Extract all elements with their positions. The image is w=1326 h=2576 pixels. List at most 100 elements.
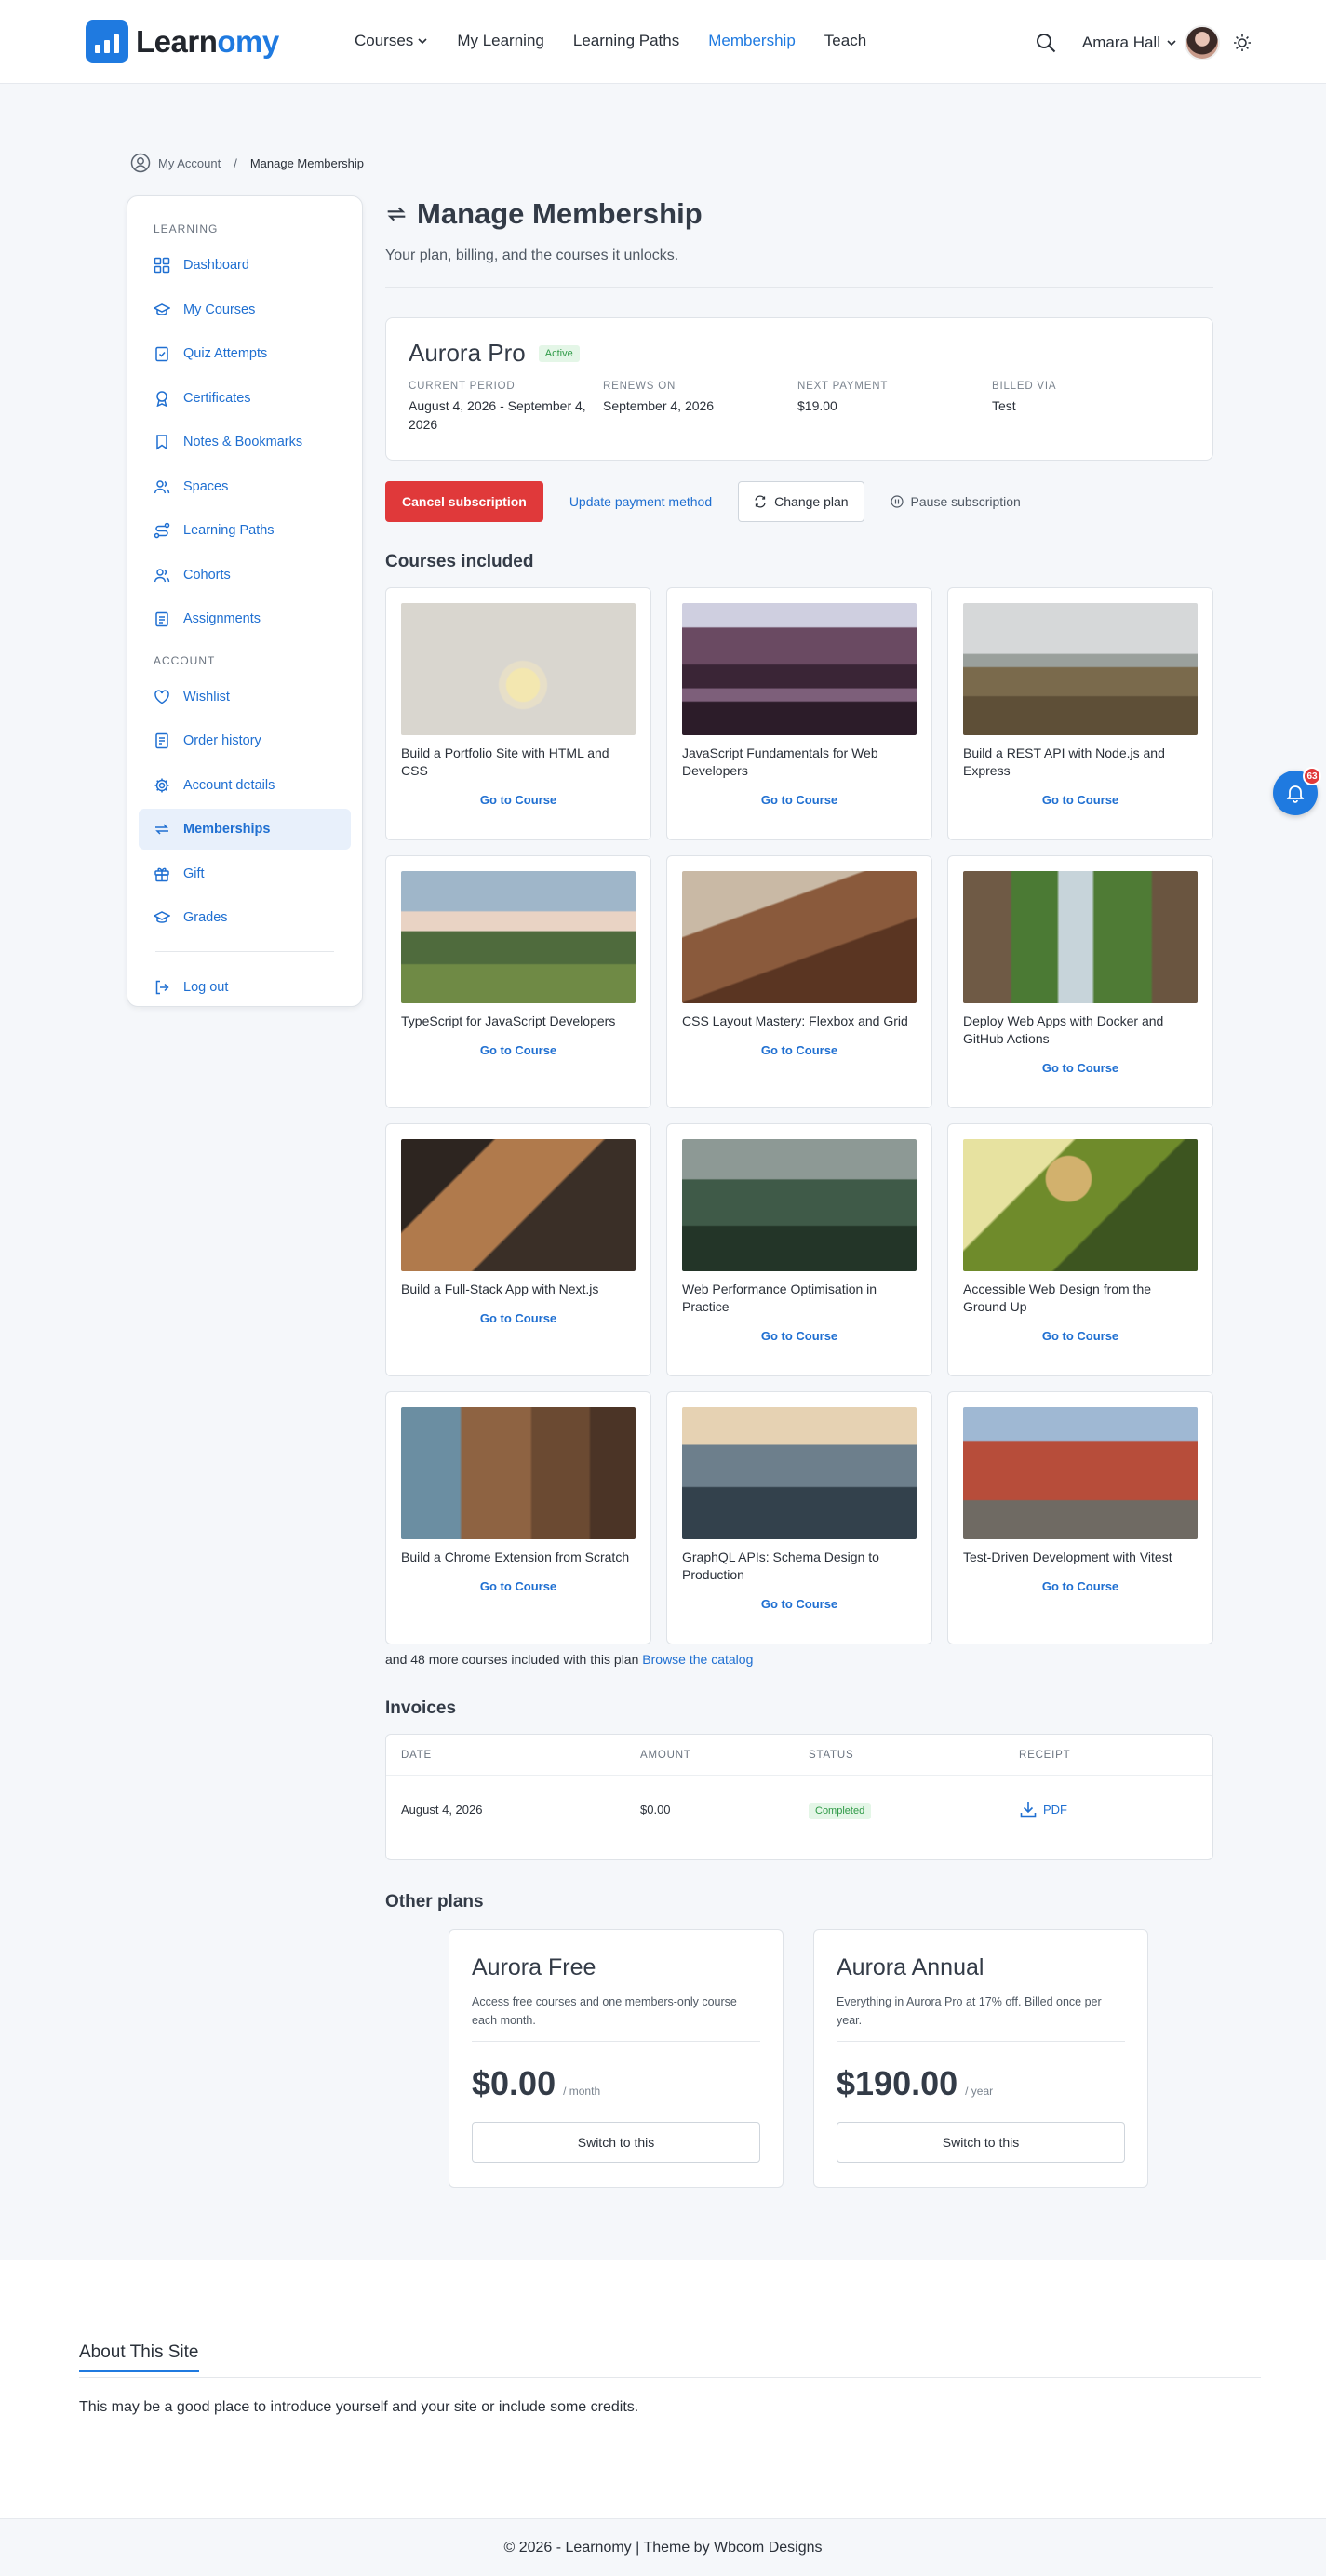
pause-circle-icon [890, 495, 904, 508]
nav-learning-paths[interactable]: Learning Paths [573, 32, 679, 50]
search-icon[interactable] [1036, 33, 1056, 53]
go-to-course-link[interactable]: Go to Course [682, 793, 917, 807]
go-to-course-link[interactable]: Go to Course [963, 1329, 1198, 1343]
courses-section-title: Courses included [385, 552, 534, 571]
switch-plan-button[interactable]: Switch to this [837, 2122, 1125, 2163]
course-title[interactable]: CSS Layout Mastery: Flexbox and Grid [682, 1013, 917, 1030]
course-thumbnail[interactable] [401, 1407, 636, 1539]
course-thumbnail[interactable] [682, 1139, 917, 1271]
site-header: Learnomy Courses My Learning Learning Pa… [0, 0, 1326, 84]
status-badge: Active [538, 344, 580, 362]
sidebar-item-notes-bookmarks[interactable]: Notes & Bookmarks [139, 422, 351, 463]
sidebar-section-account: Account [154, 653, 216, 667]
sidebar-item-quiz-attempts[interactable]: Quiz Attempts [139, 333, 351, 374]
about-section: About This Site This may be a good place… [0, 2260, 1326, 2518]
nav-membership[interactable]: Membership [708, 32, 796, 50]
go-to-course-link[interactable]: Go to Course [682, 1043, 917, 1057]
course-title[interactable]: JavaScript Fundamentals for Web Develope… [682, 745, 917, 780]
course-thumbnail[interactable] [401, 603, 636, 735]
download-icon [1020, 1802, 1037, 1818]
sidebar-item-assignments[interactable]: Assignments [139, 598, 351, 639]
meta-renews-on: Renews on September 4, 2026 [603, 381, 715, 413]
site-logo[interactable]: Learnomy [86, 20, 279, 63]
pause-subscription-button[interactable]: Pause subscription [877, 494, 1034, 509]
course-card: JavaScript Fundamentals for Web Develope… [666, 587, 932, 840]
update-payment-link[interactable]: Update payment method [556, 494, 725, 509]
course-title[interactable]: Build a Full-Stack App with Next.js [401, 1281, 636, 1298]
about-title: About This Site [79, 2342, 199, 2372]
heart-icon [154, 689, 169, 704]
sidebar-item-logout[interactable]: Log out [139, 967, 351, 1008]
course-card: Deploy Web Apps with Docker and GitHub A… [947, 855, 1213, 1108]
course-thumbnail[interactable] [682, 871, 917, 1003]
go-to-course-link[interactable]: Go to Course [682, 1329, 917, 1343]
course-title[interactable]: Accessible Web Design from the Ground Up [963, 1281, 1198, 1316]
course-title[interactable]: Deploy Web Apps with Docker and GitHub A… [963, 1013, 1198, 1048]
sidebar-item-certificates[interactable]: Certificates [139, 378, 351, 419]
main-nav: Courses My Learning Learning Paths Membe… [355, 32, 866, 50]
courses-grid: Build a Portfolio Site with HTML and CSS… [385, 587, 1213, 1644]
cancel-subscription-button[interactable]: Cancel subscription [385, 481, 543, 522]
course-thumbnail[interactable] [401, 871, 636, 1003]
go-to-course-link[interactable]: Go to Course [963, 1061, 1198, 1075]
go-to-course-link[interactable]: Go to Course [401, 1579, 636, 1593]
avatar[interactable] [1185, 25, 1220, 60]
sidebar-item-spaces[interactable]: Spaces [139, 466, 351, 507]
page-subtitle: Your plan, billing, and the courses it u… [385, 248, 679, 263]
sun-icon[interactable] [1233, 34, 1252, 52]
breadcrumb-my-account[interactable]: My Account [158, 156, 221, 170]
user-menu[interactable]: Amara Hall [1082, 34, 1177, 52]
sidebar-item-gift[interactable]: Gift [139, 853, 351, 894]
course-card: GraphQL APIs: Schema Design to Productio… [666, 1391, 932, 1644]
go-to-course-link[interactable]: Go to Course [963, 793, 1198, 807]
course-title[interactable]: Build a Portfolio Site with HTML and CSS [401, 745, 636, 780]
sidebar-item-dashboard[interactable]: Dashboard [139, 245, 351, 286]
sidebar-item-my-courses[interactable]: My Courses [139, 289, 351, 330]
sidebar-item-cohorts[interactable]: Cohorts [139, 555, 351, 596]
course-thumbnail[interactable] [963, 871, 1198, 1003]
course-thumbnail[interactable] [963, 1139, 1198, 1271]
course-thumbnail[interactable] [682, 603, 917, 735]
course-thumbnail[interactable] [682, 1407, 917, 1539]
course-title[interactable]: Build a Chrome Extension from Scratch [401, 1549, 636, 1566]
course-title[interactable]: Build a REST API with Node.js and Expres… [963, 745, 1198, 780]
nav-courses[interactable]: Courses [355, 32, 428, 50]
course-thumbnail[interactable] [401, 1139, 636, 1271]
site-footer: © 2026 - Learnomy | Theme by Wbcom Desig… [0, 2518, 1326, 2576]
sidebar-item-order-history[interactable]: Order history [139, 720, 351, 761]
go-to-course-link[interactable]: Go to Course [401, 1043, 636, 1057]
browse-catalog-link[interactable]: Browse the catalog [642, 1652, 753, 1667]
breadcrumb: My Account / Manage Membership [130, 153, 364, 173]
other-plans-title: Other plans [385, 1892, 484, 1912]
sidebar-item-learning-paths[interactable]: Learning Paths [139, 510, 351, 551]
switch-plan-button[interactable]: Switch to this [472, 2122, 760, 2163]
receipt-pdf-link[interactable]: PDF [1019, 1800, 1067, 1818]
repeat-icon [387, 207, 406, 221]
sidebar-item-grades[interactable]: Grades [139, 897, 351, 938]
notifications-button[interactable]: 63 [1273, 767, 1321, 815]
course-title[interactable]: TypeScript for JavaScript Developers [401, 1013, 636, 1030]
course-thumbnail[interactable] [963, 1407, 1198, 1539]
go-to-course-link[interactable]: Go to Course [963, 1579, 1198, 1593]
plan-name: Aurora Pro [409, 339, 526, 367]
course-title[interactable]: Web Performance Optimisation in Practice [682, 1281, 917, 1316]
course-title[interactable]: Test-Driven Development with Vitest [963, 1549, 1198, 1566]
course-thumbnail[interactable] [963, 603, 1198, 735]
go-to-course-link[interactable]: Go to Course [401, 793, 636, 807]
go-to-course-link[interactable]: Go to Course [682, 1597, 917, 1611]
account-sidebar: Learning Dashboard My Courses Quiz Attem… [127, 195, 363, 1007]
course-title[interactable]: GraphQL APIs: Schema Design to Productio… [682, 1549, 917, 1584]
nav-my-learning[interactable]: My Learning [457, 32, 544, 50]
users-icon [154, 479, 170, 493]
go-to-course-link[interactable]: Go to Course [401, 1311, 636, 1325]
change-plan-button[interactable]: Change plan [738, 481, 864, 522]
sidebar-item-account-details[interactable]: Account details [139, 765, 351, 806]
clipboard-check-icon [155, 346, 168, 362]
nav-teach[interactable]: Teach [824, 32, 866, 50]
course-card: TypeScript for JavaScript Developers Go t… [385, 855, 651, 1108]
gift-icon [154, 867, 169, 881]
route-icon [154, 522, 170, 539]
main-content: Manage Membership Your plan, billing, an… [385, 192, 1213, 2188]
sidebar-item-memberships[interactable]: Memberships [139, 809, 351, 850]
sidebar-item-wishlist[interactable]: Wishlist [139, 677, 351, 718]
